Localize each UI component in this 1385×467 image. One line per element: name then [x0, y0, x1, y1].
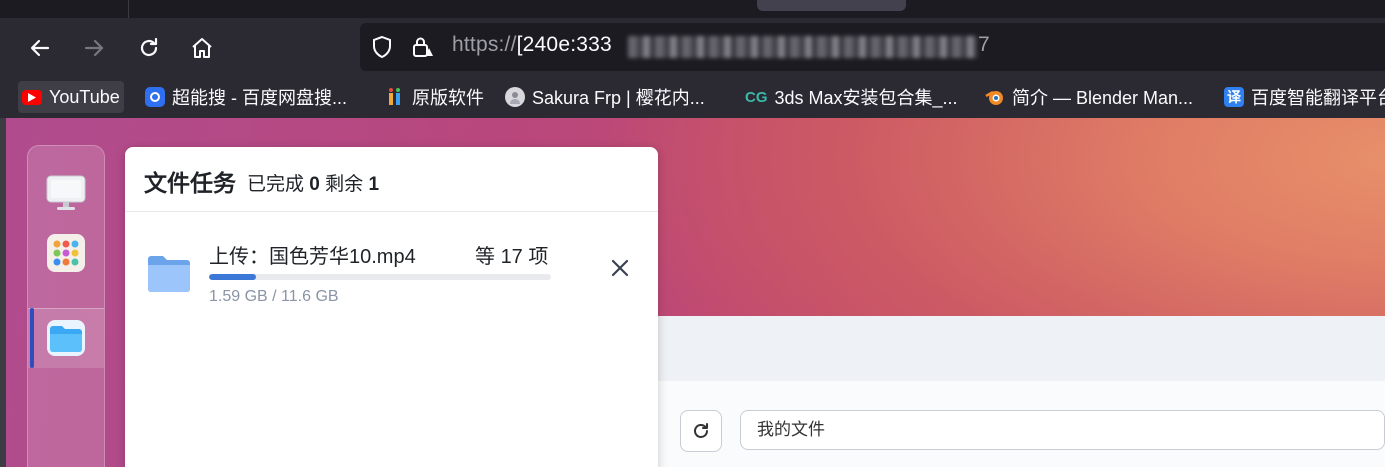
translate-icon: 译 — [1224, 87, 1244, 107]
bookmark-label: Sakura Frp | 樱花内... — [532, 88, 705, 108]
bookmark-blender[interactable]: 简介 — Blender Man... — [981, 81, 1197, 113]
dock-item-monitor[interactable] — [28, 163, 104, 223]
cancel-task-button[interactable] — [607, 255, 633, 281]
completed-label: 已完成 — [247, 174, 305, 195]
bookmark-label: 简介 — Blender Man... — [1012, 88, 1194, 108]
file-tasks-popup: 文件任务 已完成 0 剩余 1 上传：国色芳华10.mp4 等 17 项 1.5… — [125, 147, 658, 467]
task-item: 上传：国色芳华10.mp4 等 17 项 1.59 GB / 11.6 GB — [125, 211, 658, 321]
bookmark-youtube[interactable]: YouTube — [18, 81, 124, 113]
reload-icon — [140, 37, 158, 57]
file-manager-toolbar: 我的文件 — [658, 381, 1385, 467]
url-bar[interactable]: https://[240e:333 7 — [360, 23, 1385, 71]
bookmark-label: YouTube — [49, 86, 120, 107]
chaonengsou-icon — [145, 87, 165, 107]
sakura-icon — [505, 87, 525, 107]
task-name: 上传：国色芳华10.mp4 — [209, 246, 416, 268]
url-scheme: https:// — [452, 33, 517, 56]
tab-separator — [128, 0, 129, 18]
url-text: https://[240e:333 — [452, 33, 612, 57]
active-tab[interactable] — [757, 0, 906, 11]
folder-app-icon — [47, 320, 85, 356]
lock-warning-icon[interactable] — [410, 35, 434, 59]
file-manager-panel: 我的文件 — [658, 316, 1385, 467]
folder-icon — [148, 256, 190, 292]
reload-button[interactable] — [131, 30, 167, 66]
apps-grid-icon — [47, 234, 85, 272]
forward-button[interactable] — [76, 30, 112, 66]
monitor-icon — [46, 175, 86, 210]
yuanban-icon — [385, 87, 405, 107]
bookmark-label: 超能搜 - 百度网盘搜... — [172, 88, 347, 108]
popup-header: 文件任务 已完成 0 剩余 1 — [125, 147, 658, 212]
path-input[interactable]: 我的文件 — [740, 410, 1385, 450]
home-button[interactable] — [184, 30, 220, 66]
youtube-icon — [22, 89, 42, 105]
forward-arrow-icon — [84, 39, 104, 57]
refresh-icon — [694, 423, 708, 438]
task-size: 1.59 GB / 11.6 GB — [209, 288, 339, 305]
navigation-toolbar: https://[240e:333 7 — [0, 18, 1385, 78]
task-stats: 已完成 0 剩余 1 — [247, 169, 379, 196]
popup-title: 文件任务 — [144, 170, 236, 196]
back-button[interactable] — [22, 30, 58, 66]
url-tail: 7 — [978, 33, 990, 56]
dock-item-apps[interactable] — [28, 223, 104, 283]
cg-icon: CG — [745, 88, 768, 106]
remaining-count: 1 — [368, 174, 380, 195]
bookmarks-toolbar: YouTube 超能搜 - 百度网盘搜... 原版软件 Sakura Frp |… — [0, 78, 1385, 118]
web-page: 我的文件 文件任务 已完成 0 剩余 1 上传：国色芳华10.mp4 等 17 … — [0, 118, 1385, 467]
app-dock — [27, 145, 105, 467]
bookmark-chaonengsou[interactable]: 超能搜 - 百度网盘搜... — [141, 81, 351, 113]
url-redacted-blur — [628, 36, 978, 58]
task-count: 等 17 项 — [475, 240, 548, 269]
tab-strip — [0, 0, 1385, 18]
back-arrow-icon — [30, 39, 50, 57]
count-value: 17 — [500, 246, 523, 268]
dock-item-files[interactable] — [28, 308, 104, 368]
progress-fill — [209, 274, 256, 280]
bookmark-baidu-translate[interactable]: 译 百度智能翻译平台 — [1220, 81, 1385, 113]
bookmark-label: 百度智能翻译平台 — [1251, 88, 1385, 108]
blender-icon — [985, 87, 1005, 107]
url-host: [240e:333 — [516, 33, 612, 56]
bookmark-yuanban[interactable]: 原版软件 — [381, 81, 488, 113]
shield-icon[interactable] — [370, 35, 394, 59]
window-edge — [0, 118, 6, 467]
task-progress-bar — [209, 274, 551, 280]
home-icon — [192, 38, 212, 58]
refresh-button[interactable] — [680, 410, 722, 452]
remaining-label: 剩余 — [325, 174, 364, 195]
bookmark-sakura[interactable]: Sakura Frp | 樱花内... — [501, 81, 709, 113]
count-prefix: 等 — [475, 246, 495, 268]
bookmark-label: 原版软件 — [412, 88, 484, 108]
bookmark-3dsmax[interactable]: CG 3ds Max安装包合集_... — [741, 81, 962, 113]
close-icon — [611, 259, 629, 277]
count-suffix: 项 — [528, 246, 549, 268]
bookmark-label: 3ds Max安装包合集_... — [774, 88, 958, 108]
completed-count: 0 — [309, 174, 320, 195]
